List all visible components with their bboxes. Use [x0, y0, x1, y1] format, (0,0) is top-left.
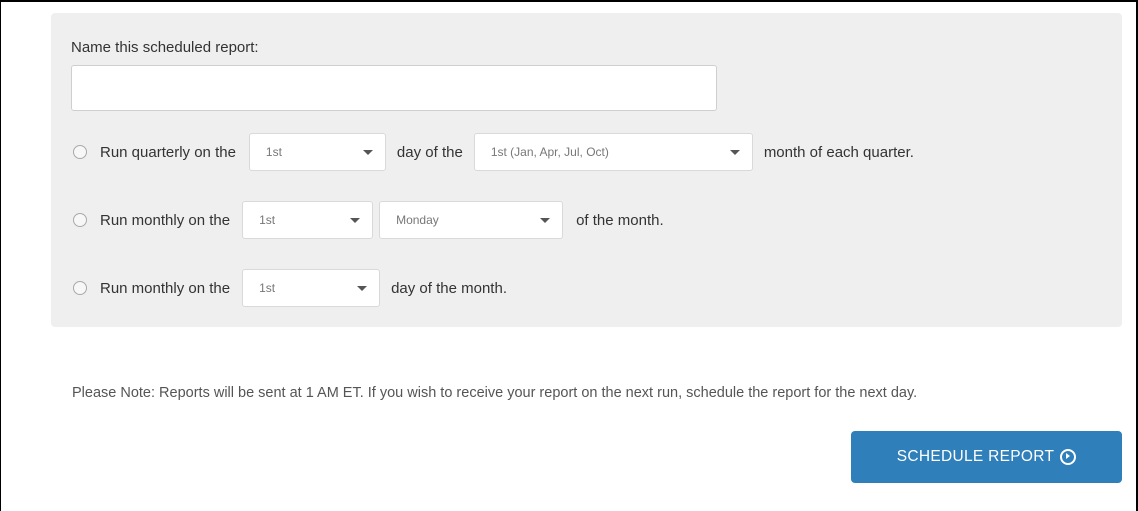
quarterly-radio[interactable]	[73, 145, 87, 159]
monthly-day-select[interactable]: 1st	[242, 269, 381, 307]
chevron-down-icon	[362, 149, 373, 155]
monthly-weekday-suffix-text: of the month.	[576, 211, 664, 229]
quarterly-month-value: 1st (Jan, Apr, Jul, Oct)	[490, 145, 609, 159]
monthly-day-option-row: Run monthly on the 1st day of the month.	[73, 269, 507, 307]
monthly-day-prefix-text: Run monthly on the	[100, 279, 231, 297]
report-name-label: Name this scheduled report:	[71, 39, 259, 56]
monthly-ordinal-value: 1st	[259, 213, 276, 227]
schedule-report-button[interactable]: SCHEDULE REPORT	[851, 431, 1122, 483]
monthly-weekday-select[interactable]: Monday	[379, 201, 564, 239]
monthly-day-value: 1st	[259, 281, 276, 295]
schedule-report-label: SCHEDULE REPORT	[896, 448, 1055, 465]
quarterly-day-value: 1st	[265, 145, 282, 159]
monthly-weekday-prefix-text: Run monthly on the	[100, 211, 231, 229]
monthly-weekday-radio[interactable]	[73, 213, 87, 227]
chevron-down-icon	[729, 149, 740, 155]
quarterly-day-select[interactable]: 1st	[248, 133, 386, 171]
report-name-input[interactable]	[71, 65, 717, 111]
chevron-down-icon	[357, 285, 368, 291]
circle-play-icon	[1060, 449, 1077, 465]
quarterly-prefix-text: Run quarterly on the	[100, 143, 236, 161]
chevron-down-icon	[350, 217, 361, 223]
schedule-options-panel: Name this scheduled report: Run quarterl…	[51, 13, 1122, 327]
quarterly-suffix-text: month of each quarter.	[763, 143, 914, 161]
monthly-day-radio[interactable]	[73, 281, 87, 295]
monthly-weekday-option-row: Run monthly on the 1st Monday of the mon…	[73, 201, 664, 239]
quarterly-middle-text: day of the	[396, 143, 463, 161]
monthly-day-suffix-text: day of the month.	[391, 279, 507, 297]
chevron-down-icon	[540, 217, 551, 223]
monthly-weekday-value: Monday	[396, 213, 439, 227]
quarterly-month-select[interactable]: 1st (Jan, Apr, Jul, Oct)	[473, 133, 753, 171]
monthly-ordinal-select[interactable]: 1st	[242, 201, 374, 239]
schedule-note: Please Note: Reports will be sent at 1 A…	[72, 385, 918, 401]
quarterly-option-row: Run quarterly on the 1st day of the 1st …	[73, 133, 914, 171]
